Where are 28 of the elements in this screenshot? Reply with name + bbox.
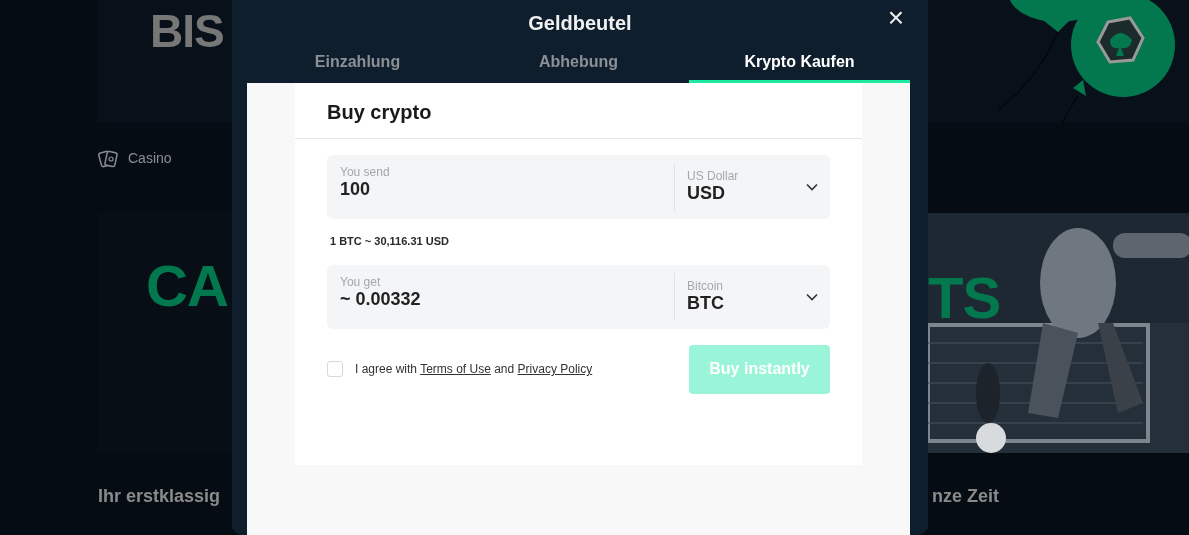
amount-field[interactable]: You send 100 US Dollar USD <box>327 155 830 219</box>
field-value: ~ 0.00332 <box>340 288 422 311</box>
privacy-link[interactable]: Privacy Policy <box>517 362 593 376</box>
section-heading: nze Zeit <box>932 485 999 508</box>
field-value: 100 <box>340 179 372 201</box>
hero-title: BIS <box>150 8 224 54</box>
chevron-down-icon[interactable] <box>806 292 818 301</box>
field-label: You get <box>340 274 382 289</box>
field-label: You send <box>340 165 391 180</box>
banner-title: CA <box>146 257 228 315</box>
modal-title: Geldbeutel <box>528 11 632 36</box>
currency-code: USD <box>687 183 726 205</box>
agree-checkbox[interactable] <box>327 361 343 377</box>
chevron-down-icon[interactable] <box>806 183 818 191</box>
tab[interactable]: Abhebung <box>468 44 689 83</box>
nav-link[interactable]: Casino <box>128 148 172 169</box>
banner-title: TS <box>928 269 1001 327</box>
currency-label: Bitcoin <box>687 278 725 293</box>
close-button[interactable]: × <box>883 4 908 32</box>
tab[interactable]: Einzahlung <box>247 44 468 83</box>
exchange-rate: 1 BTC ~ 30,116.31 USD <box>330 234 450 249</box>
agreement-text: I agree with Terms of Use and Privacy Policy <box>355 361 593 378</box>
card-title: Buy crypto <box>295 83 862 139</box>
amount-field[interactable]: You get ~ 0.00332 Bitcoin BTC <box>327 264 830 329</box>
section-heading: Ihr erstklassig <box>98 485 222 508</box>
currency-code: BTC <box>687 292 725 315</box>
currency-label: US Dollar <box>687 169 740 184</box>
terms-link[interactable]: Terms of Use <box>420 362 491 376</box>
